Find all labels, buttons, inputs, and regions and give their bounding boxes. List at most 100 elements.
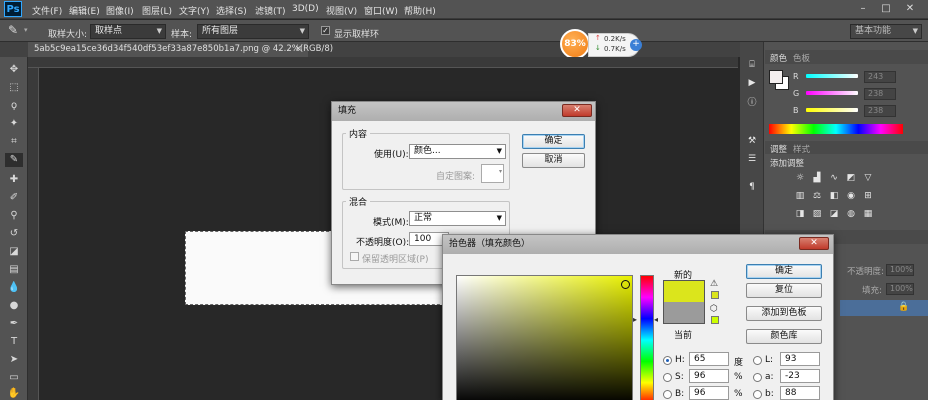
blur-tool-icon[interactable]: 💧	[5, 281, 23, 295]
threshold-icon[interactable]: ◪	[828, 209, 840, 220]
fill-ok-button[interactable]: 确定	[522, 134, 585, 149]
lab-a-radio[interactable]	[753, 373, 762, 382]
color-spectrum-bar[interactable]	[769, 124, 903, 134]
properties-icon[interactable]: ☰	[746, 154, 758, 165]
tab-adjustments[interactable]: 调整	[770, 143, 787, 155]
invert-icon[interactable]: ◨	[794, 209, 806, 220]
color-field[interactable]	[456, 275, 633, 400]
cpu-percent-badge[interactable]: 83%	[560, 29, 590, 59]
channel-g-value[interactable]: 238	[864, 88, 896, 100]
move-tool-icon[interactable]: ✥	[5, 63, 23, 77]
menu-image[interactable]: 图像(I)	[106, 4, 134, 17]
curves-icon[interactable]: ∿	[828, 173, 840, 184]
type-tool-icon[interactable]: T	[5, 335, 23, 349]
picker-ok-button[interactable]: 确定	[746, 264, 822, 279]
photo-filter-icon[interactable]: ◉	[845, 191, 857, 202]
saturation-input[interactable]: 96	[689, 369, 729, 383]
close-window-button[interactable]: ✕	[899, 2, 921, 16]
menu-select[interactable]: 选择(S)	[216, 4, 247, 17]
selected-layer-row[interactable]	[840, 300, 928, 316]
workspace-select[interactable]: 基本功能 ▼	[850, 24, 922, 39]
layer-fill-value[interactable]: 100%	[886, 283, 914, 295]
menu-edit[interactable]: 编辑(E)	[69, 4, 100, 17]
marquee-tool-icon[interactable]: ⬚	[5, 81, 23, 95]
history-icon[interactable]: ⌸	[746, 60, 758, 71]
tab-swatches[interactable]: 色板	[793, 52, 810, 64]
path-selection-tool-icon[interactable]: ➤	[5, 353, 23, 367]
lab-l-radio[interactable]	[753, 356, 762, 365]
hue-slider-right-arrow-icon[interactable]: ◂	[654, 315, 658, 324]
paragraph-icon[interactable]: ¶	[746, 182, 758, 193]
brightness-icon[interactable]: ☼	[794, 173, 806, 184]
lab-l-input[interactable]: 93	[780, 352, 820, 366]
channel-b-slider[interactable]	[806, 108, 858, 112]
out-of-gamut-warning-icon[interactable]: ⚠	[710, 279, 718, 289]
brightness-radio[interactable]	[663, 390, 672, 399]
hue-input[interactable]: 65	[689, 352, 729, 366]
rectangle-tool-icon[interactable]: ▭	[5, 371, 23, 385]
menu-type[interactable]: 文字(Y)	[179, 4, 210, 17]
color-field-cursor[interactable]	[621, 280, 630, 289]
lab-b-input[interactable]: 88	[780, 386, 820, 400]
tab-styles[interactable]: 样式	[793, 143, 810, 155]
history-brush-tool-icon[interactable]: ↺	[5, 227, 23, 241]
minimize-button[interactable]: –	[852, 2, 874, 16]
mode-select[interactable]: 正常 ▼	[409, 211, 506, 226]
menu-view[interactable]: 视图(V)	[326, 4, 357, 17]
tool-presets-icon[interactable]: ⚒	[746, 136, 758, 147]
channel-r-value[interactable]: 243	[864, 71, 896, 83]
menu-help[interactable]: 帮助(H)	[404, 4, 436, 17]
exposure-icon[interactable]: ◩	[845, 173, 857, 184]
lab-b-radio[interactable]	[753, 390, 762, 399]
color-balance-icon[interactable]: ⚖	[811, 191, 823, 202]
sample-size-select[interactable]: 取样点 ▼	[90, 24, 166, 39]
hue-slider[interactable]	[640, 275, 654, 400]
crop-tool-icon[interactable]: ⌗	[5, 135, 23, 149]
sample-select[interactable]: 所有图层 ▼	[197, 24, 309, 39]
plus-icon[interactable]: +	[630, 39, 642, 51]
current-color-swatch[interactable]	[663, 302, 705, 324]
close-tab-icon[interactable]: ×	[295, 42, 302, 56]
hue-saturation-icon[interactable]: ▥	[794, 191, 806, 202]
menu-file[interactable]: 文件(F)	[32, 4, 62, 17]
eraser-tool-icon[interactable]: ◪	[5, 245, 23, 259]
magic-wand-tool-icon[interactable]: ✦	[5, 117, 23, 131]
color-picker-close-button[interactable]: ✕	[799, 237, 829, 250]
lab-a-input[interactable]: -23	[780, 369, 820, 383]
hue-slider-left-arrow-icon[interactable]: ▸	[633, 315, 637, 324]
layer-opacity-value[interactable]: 100%	[886, 264, 914, 276]
chevron-down-icon[interactable]: ▾	[24, 26, 28, 34]
lasso-tool-icon[interactable]: ϙ	[5, 99, 23, 113]
brush-tool-icon[interactable]: ✐	[5, 191, 23, 205]
gradient-map-icon[interactable]: ▦	[862, 209, 874, 220]
hue-radio[interactable]	[663, 356, 672, 365]
channel-r-slider[interactable]	[806, 74, 858, 78]
levels-icon[interactable]: ▟	[811, 173, 823, 184]
black-white-icon[interactable]: ◧	[828, 191, 840, 202]
channel-g-slider[interactable]	[806, 91, 858, 95]
menu-filter[interactable]: 滤镜(T)	[255, 4, 286, 17]
document-tab[interactable]: 5ab5c9ea15ce36d34f540df53ef33a87e850b1a7…	[28, 42, 333, 57]
menu-3d[interactable]: 3D(D)	[292, 4, 319, 14]
fill-dialog-close-button[interactable]: ✕	[562, 104, 592, 117]
eyedropper-tool-icon[interactable]: ✎	[5, 153, 23, 167]
dodge-tool-icon[interactable]: ●	[5, 299, 23, 313]
hand-tool-icon[interactable]: ✋	[5, 387, 23, 400]
selective-color-icon[interactable]: ◍	[845, 209, 857, 220]
healing-brush-tool-icon[interactable]: ✚	[5, 173, 23, 187]
saturation-radio[interactable]	[663, 373, 672, 382]
color-libraries-button[interactable]: 颜色库	[746, 329, 822, 344]
picker-reset-button[interactable]: 复位	[746, 283, 822, 298]
gradient-tool-icon[interactable]: ▤	[5, 263, 23, 277]
pen-tool-icon[interactable]: ✒	[5, 317, 23, 331]
web-safe-color-swatch[interactable]	[711, 316, 719, 324]
channel-b-value[interactable]: 238	[864, 105, 896, 117]
brightness-input[interactable]: 96	[689, 386, 729, 400]
show-ring-checkbox[interactable]: ✓	[321, 26, 330, 35]
vibrance-icon[interactable]: ▽	[862, 173, 874, 184]
gamut-color-swatch[interactable]	[711, 291, 719, 299]
preserve-transparency-checkbox[interactable]	[350, 252, 359, 261]
actions-icon[interactable]: ▶	[746, 78, 758, 89]
use-select[interactable]: 颜色... ▼	[409, 144, 506, 159]
info-icon[interactable]: ⓘ	[746, 98, 758, 109]
